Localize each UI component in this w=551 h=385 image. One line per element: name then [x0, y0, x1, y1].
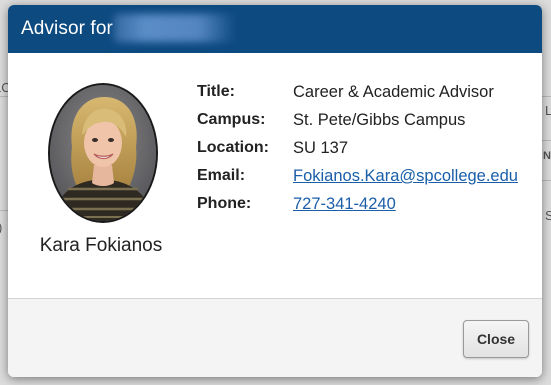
advisor-dialog: Advisor for Kara Fokianos Title: Career …: [8, 5, 542, 377]
advisor-photo: [48, 83, 158, 223]
background-divider: [0, 96, 8, 97]
background-text: N: [543, 150, 551, 162]
detail-label: Phone:: [197, 195, 252, 212]
close-button[interactable]: Close: [463, 320, 529, 358]
background-divider: [542, 140, 551, 141]
detail-label: Email:: [197, 167, 246, 184]
detail-label: Campus:: [197, 111, 266, 128]
redacted-student-name: [114, 14, 236, 42]
background-text: L: [545, 103, 551, 118]
dialog-body: Kara Fokianos Title: Career & Academic A…: [8, 53, 542, 298]
advisor-portrait: [50, 85, 156, 221]
dialog-header: Advisor for: [8, 5, 542, 53]
phone-link[interactable]: 727-341-4240: [293, 195, 396, 214]
dialog-title: Advisor for: [21, 18, 113, 39]
detail-label: Title:: [197, 83, 235, 100]
detail-label: Location:: [197, 139, 269, 156]
advisor-name: Kara Fokianos: [39, 235, 163, 256]
detail-value-location: SU 137: [293, 139, 349, 157]
dialog-footer: Close: [8, 298, 542, 377]
detail-value-campus: St. Pete/Gibbs Campus: [293, 111, 466, 129]
background-divider: [542, 180, 551, 181]
detail-value-title: Career & Academic Advisor: [293, 83, 494, 101]
background-text: ): [0, 220, 2, 235]
background-divider: [0, 210, 8, 211]
background-text: S: [545, 208, 551, 223]
background-divider: [542, 96, 551, 97]
email-link[interactable]: Fokianos.Kara@spcollege.edu: [293, 167, 518, 186]
